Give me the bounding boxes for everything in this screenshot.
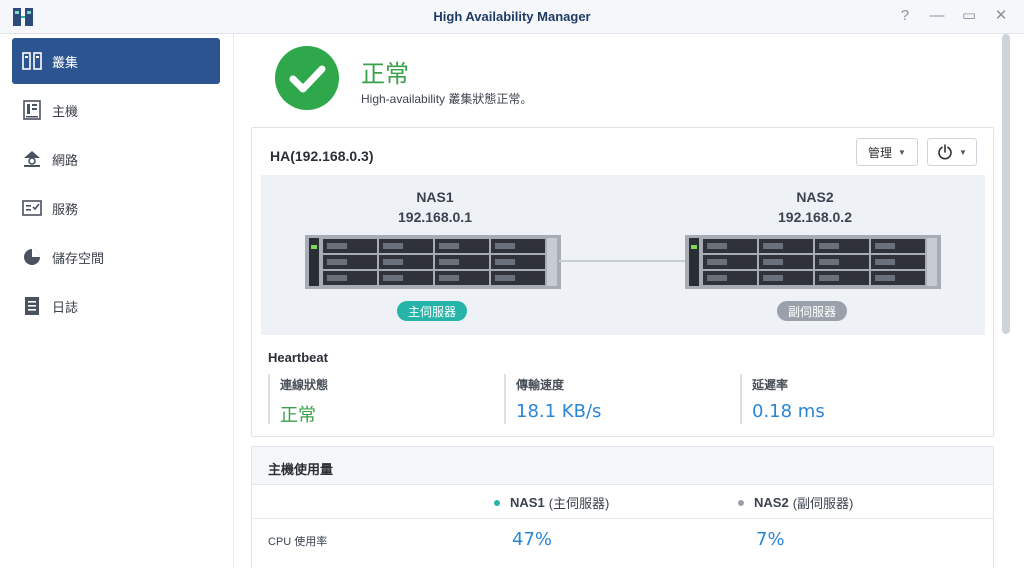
heartbeat-latency: 延遲率 0.18 ms (740, 374, 960, 424)
host-usage-header: 主機使用量 (252, 447, 993, 485)
power-icon (938, 144, 952, 160)
title-bar: High Availability Manager ? — ▭ ✕ (0, 0, 1024, 34)
secondary-server-badge: 副伺服器 (777, 301, 847, 321)
window-title: High Availability Manager (433, 9, 591, 24)
nas2-name: NAS2 (796, 189, 834, 205)
chevron-down-icon: ▼ (898, 147, 906, 157)
cluster-icon (22, 52, 42, 70)
transfer-speed-value: 18.1 KB/s (516, 401, 602, 422)
host-usage-card: 主機使用量 NAS1 (主伺服器) NAS2 (副伺服器) CPU 使用率 47… (251, 446, 994, 568)
nas1-name: NAS1 (416, 189, 454, 205)
sidebar-item-label: 網路 (52, 152, 79, 168)
transfer-speed-label: 傳輸速度 (516, 378, 565, 392)
connection-status-label: 連線狀態 (280, 378, 329, 392)
nas2-cpu-usage-value: 7% (756, 529, 785, 550)
row-divider (252, 518, 993, 519)
host-usage-title: 主機使用量 (268, 462, 334, 477)
sidebar-item-label: 叢集 (52, 54, 79, 70)
manage-label: 管理 (868, 145, 893, 160)
heartbeat-connection-status: 連線狀態 正常 (268, 374, 488, 426)
chevron-down-icon: ▼ (959, 147, 967, 157)
nas-topology: NAS1 192.168.0.1 NAS2 192.168.0.2 主伺服器 副… (261, 175, 985, 335)
sidebar-item-label: 儲存空間 (52, 250, 105, 266)
service-icon (22, 200, 42, 216)
sidebar-item-label: 服務 (52, 201, 79, 217)
sidebar-item-service[interactable]: 服務 (12, 185, 220, 231)
nas1-column-header: NAS1 (主伺服器) (494, 493, 609, 512)
nas1-column-name: NAS1 (510, 495, 545, 510)
cpu-usage-label: CPU 使用率 (268, 536, 328, 548)
scrollbar[interactable] (1002, 34, 1010, 334)
close-icon[interactable]: ✕ (992, 6, 1010, 26)
sidebar-item-host[interactable]: 主機 (12, 87, 220, 133)
heartbeat-connector (559, 260, 685, 262)
manage-button[interactable]: 管理 ▼ (856, 138, 918, 166)
nas1-device-icon (305, 235, 561, 289)
primary-server-badge: 主伺服器 (397, 301, 467, 321)
sidebar-item-storage[interactable]: 儲存空間 (12, 234, 220, 280)
nas2-column-role: (副伺服器) (792, 496, 854, 511)
host-icon (23, 100, 41, 120)
nas2-column-name: NAS2 (754, 495, 789, 510)
status-title: 正常 (361, 60, 409, 88)
network-icon (24, 151, 40, 167)
check-circle-icon (275, 46, 339, 110)
cluster-card: HA(192.168.0.3) 管理 ▼ ▼ NAS1 192.168.0.1 (251, 127, 994, 437)
storage-icon (24, 249, 40, 265)
sidebar-item-label: 主機 (52, 103, 79, 119)
log-icon (25, 297, 39, 315)
main-panel: 正常 High-availability 叢集狀態正常。 HA(192.168.… (235, 34, 1024, 568)
nas1-cpu-usage-value: 47% (512, 529, 553, 550)
nas2-dot-icon (738, 499, 744, 506)
sidebar-item-cluster[interactable]: 叢集 (12, 38, 220, 84)
sidebar-item-log[interactable]: 日誌 (12, 283, 220, 329)
minimize-icon[interactable]: — (928, 6, 946, 26)
latency-label: 延遲率 (752, 378, 789, 392)
nas1-dot-icon (494, 499, 500, 506)
power-button[interactable]: ▼ (927, 138, 977, 166)
status-description: High-availability 叢集狀態正常。 (361, 92, 533, 106)
nas1-column-role: (主伺服器) (548, 496, 610, 511)
cluster-title: HA(192.168.0.3) (270, 148, 374, 164)
nas2-ip: 192.168.0.2 (778, 209, 852, 225)
help-icon[interactable]: ? (896, 6, 914, 26)
nas2-column-header: NAS2 (副伺服器) (738, 493, 853, 512)
nas2-device-icon (685, 235, 941, 289)
maximize-icon[interactable]: ▭ (960, 6, 978, 26)
connection-status-value: 正常 (280, 405, 316, 426)
nas1-ip: 192.168.0.1 (398, 209, 472, 225)
sidebar-item-network[interactable]: 網路 (12, 136, 220, 182)
heartbeat-title: Heartbeat (268, 350, 328, 365)
latency-value: 0.18 ms (752, 401, 825, 422)
sidebar-item-label: 日誌 (52, 299, 79, 315)
heartbeat-transfer-speed: 傳輸速度 18.1 KB/s (504, 374, 724, 424)
sidebar: 叢集 主機 網路 服務 儲存空間 日誌 (0, 34, 234, 568)
